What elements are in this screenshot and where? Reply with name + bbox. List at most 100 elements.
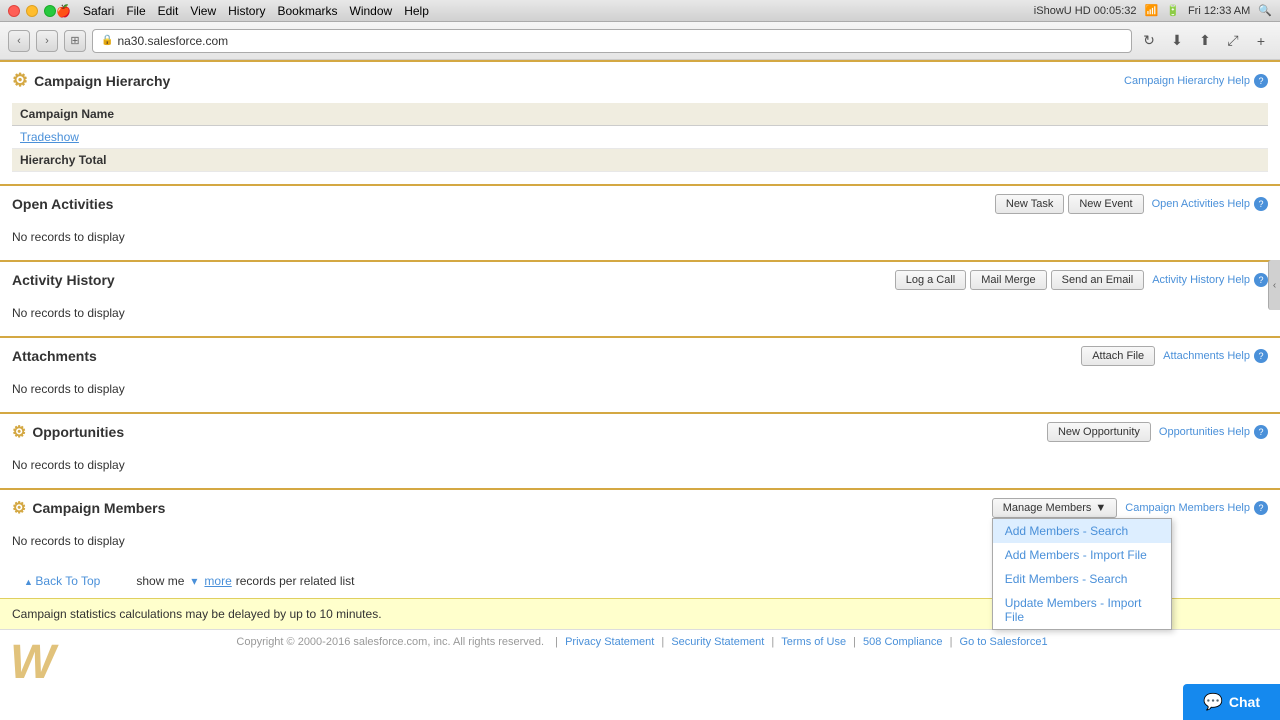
hierarchy-total-row: Hierarchy Total (12, 149, 1268, 172)
activity-history-section: Activity History Log a Call Mail Merge S… (0, 260, 1280, 336)
wifi-icon: 📶 (1145, 4, 1159, 17)
campaign-members-actions: Manage Members ▼ Add Members - Search Ad… (992, 498, 1118, 518)
security-statement-link[interactable]: Security Statement (671, 636, 764, 648)
chat-label: Chat (1229, 694, 1260, 710)
campaign-hierarchy-section: ⚙ Campaign Hierarchy Campaign Hierarchy … (0, 60, 1280, 184)
campaign-hierarchy-help[interactable]: Campaign Hierarchy Help ? (1124, 74, 1268, 88)
open-activities-body: No records to display (0, 222, 1280, 260)
chat-button[interactable]: 💬 Chat (1183, 684, 1280, 720)
activity-history-header: Activity History Log a Call Mail Merge S… (0, 262, 1280, 298)
watermark: W (0, 635, 55, 690)
campaign-members-icon: ⚙ (12, 498, 26, 518)
campaign-members-header: ⚙ Campaign Members Manage Members ▼ Add … (0, 490, 1280, 526)
safari-menu[interactable]: Safari (83, 4, 114, 18)
activity-history-title: Activity History (12, 272, 115, 288)
collapse-sidebar-arrow[interactable]: ‹ (1268, 260, 1280, 310)
edit-members-search-item[interactable]: Edit Members - Search (993, 567, 1171, 591)
add-members-import-item[interactable]: Add Members - Import File (993, 543, 1171, 567)
window-menu[interactable]: Window (350, 4, 393, 18)
minimize-button[interactable] (26, 5, 38, 17)
open-activities-actions: New Task New Event (995, 194, 1144, 214)
apple-menu[interactable]: 🍎 (56, 4, 71, 18)
more-records-suffix: records per related list (236, 574, 355, 588)
fullscreen-button[interactable]: ⤢ (1222, 30, 1244, 52)
page-content: ⚙ Campaign Hierarchy Campaign Hierarchy … (0, 60, 1280, 720)
close-button[interactable] (8, 5, 20, 17)
footer-links: Copyright © 2000-2016 salesforce.com, in… (0, 636, 1280, 648)
tradeshow-link[interactable]: Tradeshow (20, 130, 79, 144)
add-members-search-item[interactable]: Add Members - Search (993, 519, 1171, 543)
open-activities-help[interactable]: Open Activities Help ? (1152, 197, 1268, 211)
ssl-icon: 🔒 (101, 35, 113, 46)
activity-history-help-icon[interactable]: ? (1254, 273, 1268, 287)
new-tab-button[interactable]: + (1250, 30, 1272, 52)
recording-status: iShowU HD 00:05:32 (1034, 5, 1137, 17)
back-button[interactable]: ‹ (8, 30, 30, 52)
activity-history-help[interactable]: Activity History Help ? (1152, 273, 1268, 287)
activity-history-actions: Log a Call Mail Merge Send an Email (895, 270, 1145, 290)
open-activities-title: Open Activities (12, 196, 113, 212)
file-menu[interactable]: File (126, 4, 145, 18)
download-button[interactable]: ⬇ (1166, 30, 1188, 52)
compliance-link[interactable]: 508 Compliance (863, 636, 943, 648)
more-link[interactable]: more (204, 574, 231, 588)
edit-menu[interactable]: Edit (158, 4, 179, 18)
menu-bar: 🍎 Safari File Edit View History Bookmark… (56, 4, 429, 18)
battery-icon: 🔋 (1166, 4, 1180, 17)
salesforce1-link[interactable]: Go to Salesforce1 (960, 636, 1048, 648)
chat-bubble-icon: 💬 (1203, 692, 1223, 712)
new-event-button[interactable]: New Event (1068, 194, 1143, 214)
maximize-button[interactable] (44, 5, 56, 17)
view-menu[interactable]: View (190, 4, 216, 18)
log-call-button[interactable]: Log a Call (895, 270, 967, 290)
privacy-statement-link[interactable]: Privacy Statement (565, 636, 654, 648)
attachments-help[interactable]: Attachments Help ? (1163, 349, 1268, 363)
campaign-members-title: ⚙ Campaign Members (12, 498, 165, 518)
attachments-title: Attachments (12, 348, 97, 364)
window-controls (8, 5, 56, 17)
campaign-members-help-icon[interactable]: ? (1254, 501, 1268, 515)
history-menu[interactable]: History (228, 4, 265, 18)
new-task-button[interactable]: New Task (995, 194, 1064, 214)
opportunities-body: No records to display (0, 450, 1280, 488)
tab-layout-button[interactable]: ⊞ (64, 30, 86, 52)
campaign-members-help[interactable]: Campaign Members Help ? (1125, 501, 1268, 515)
campaign-name-header: Campaign Name (12, 103, 1268, 126)
send-email-button[interactable]: Send an Email (1051, 270, 1145, 290)
campaign-hierarchy-header: ⚙ Campaign Hierarchy Campaign Hierarchy … (0, 62, 1280, 99)
attachments-empty: No records to display (12, 378, 1268, 400)
clock: Fri 12:33 AM (1188, 5, 1250, 17)
activity-history-body: No records to display (0, 298, 1280, 336)
attachments-help-icon[interactable]: ? (1254, 349, 1268, 363)
manage-members-button[interactable]: Manage Members ▼ (992, 498, 1118, 518)
attachments-section: Attachments Attach File Attachments Help… (0, 336, 1280, 412)
opportunities-empty: No records to display (12, 454, 1268, 476)
share-button[interactable]: ⬆ (1194, 30, 1216, 52)
mail-merge-button[interactable]: Mail Merge (970, 270, 1046, 290)
opportunities-help[interactable]: Opportunities Help ? (1159, 425, 1268, 439)
back-to-top-link[interactable]: Back To Top (12, 570, 112, 592)
open-activities-help-icon[interactable]: ? (1254, 197, 1268, 211)
open-activities-section: Open Activities New Task New Event Open … (0, 184, 1280, 260)
attach-file-button[interactable]: Attach File (1081, 346, 1155, 366)
terms-of-use-link[interactable]: Terms of Use (781, 636, 846, 648)
opportunities-header: ⚙ Opportunities New Opportunity Opportun… (0, 414, 1280, 450)
update-members-import-item[interactable]: Update Members - Import File (993, 591, 1171, 629)
attachments-body: No records to display (0, 374, 1280, 412)
open-activities-header: Open Activities New Task New Event Open … (0, 186, 1280, 222)
open-activities-empty: No records to display (12, 226, 1268, 248)
opportunities-help-icon[interactable]: ? (1254, 425, 1268, 439)
new-opportunity-button[interactable]: New Opportunity (1047, 422, 1151, 442)
title-bar: 🍎 Safari File Edit View History Bookmark… (0, 0, 1280, 22)
forward-button[interactable]: › (36, 30, 58, 52)
url-text: na30.salesforce.com (117, 34, 228, 48)
reload-button[interactable]: ↻ (1138, 30, 1160, 52)
address-bar[interactable]: 🔒 na30.salesforce.com (92, 29, 1132, 53)
manage-members-dropdown[interactable]: Manage Members ▼ Add Members - Search Ad… (992, 498, 1118, 518)
opportunities-actions: New Opportunity (1047, 422, 1151, 442)
hierarchy-help-icon[interactable]: ? (1254, 74, 1268, 88)
copyright-text: Copyright © 2000-2016 salesforce.com, in… (236, 636, 544, 648)
bookmarks-menu[interactable]: Bookmarks (277, 4, 337, 18)
search-icon[interactable]: 🔍 (1258, 4, 1272, 17)
help-menu[interactable]: Help (404, 4, 429, 18)
